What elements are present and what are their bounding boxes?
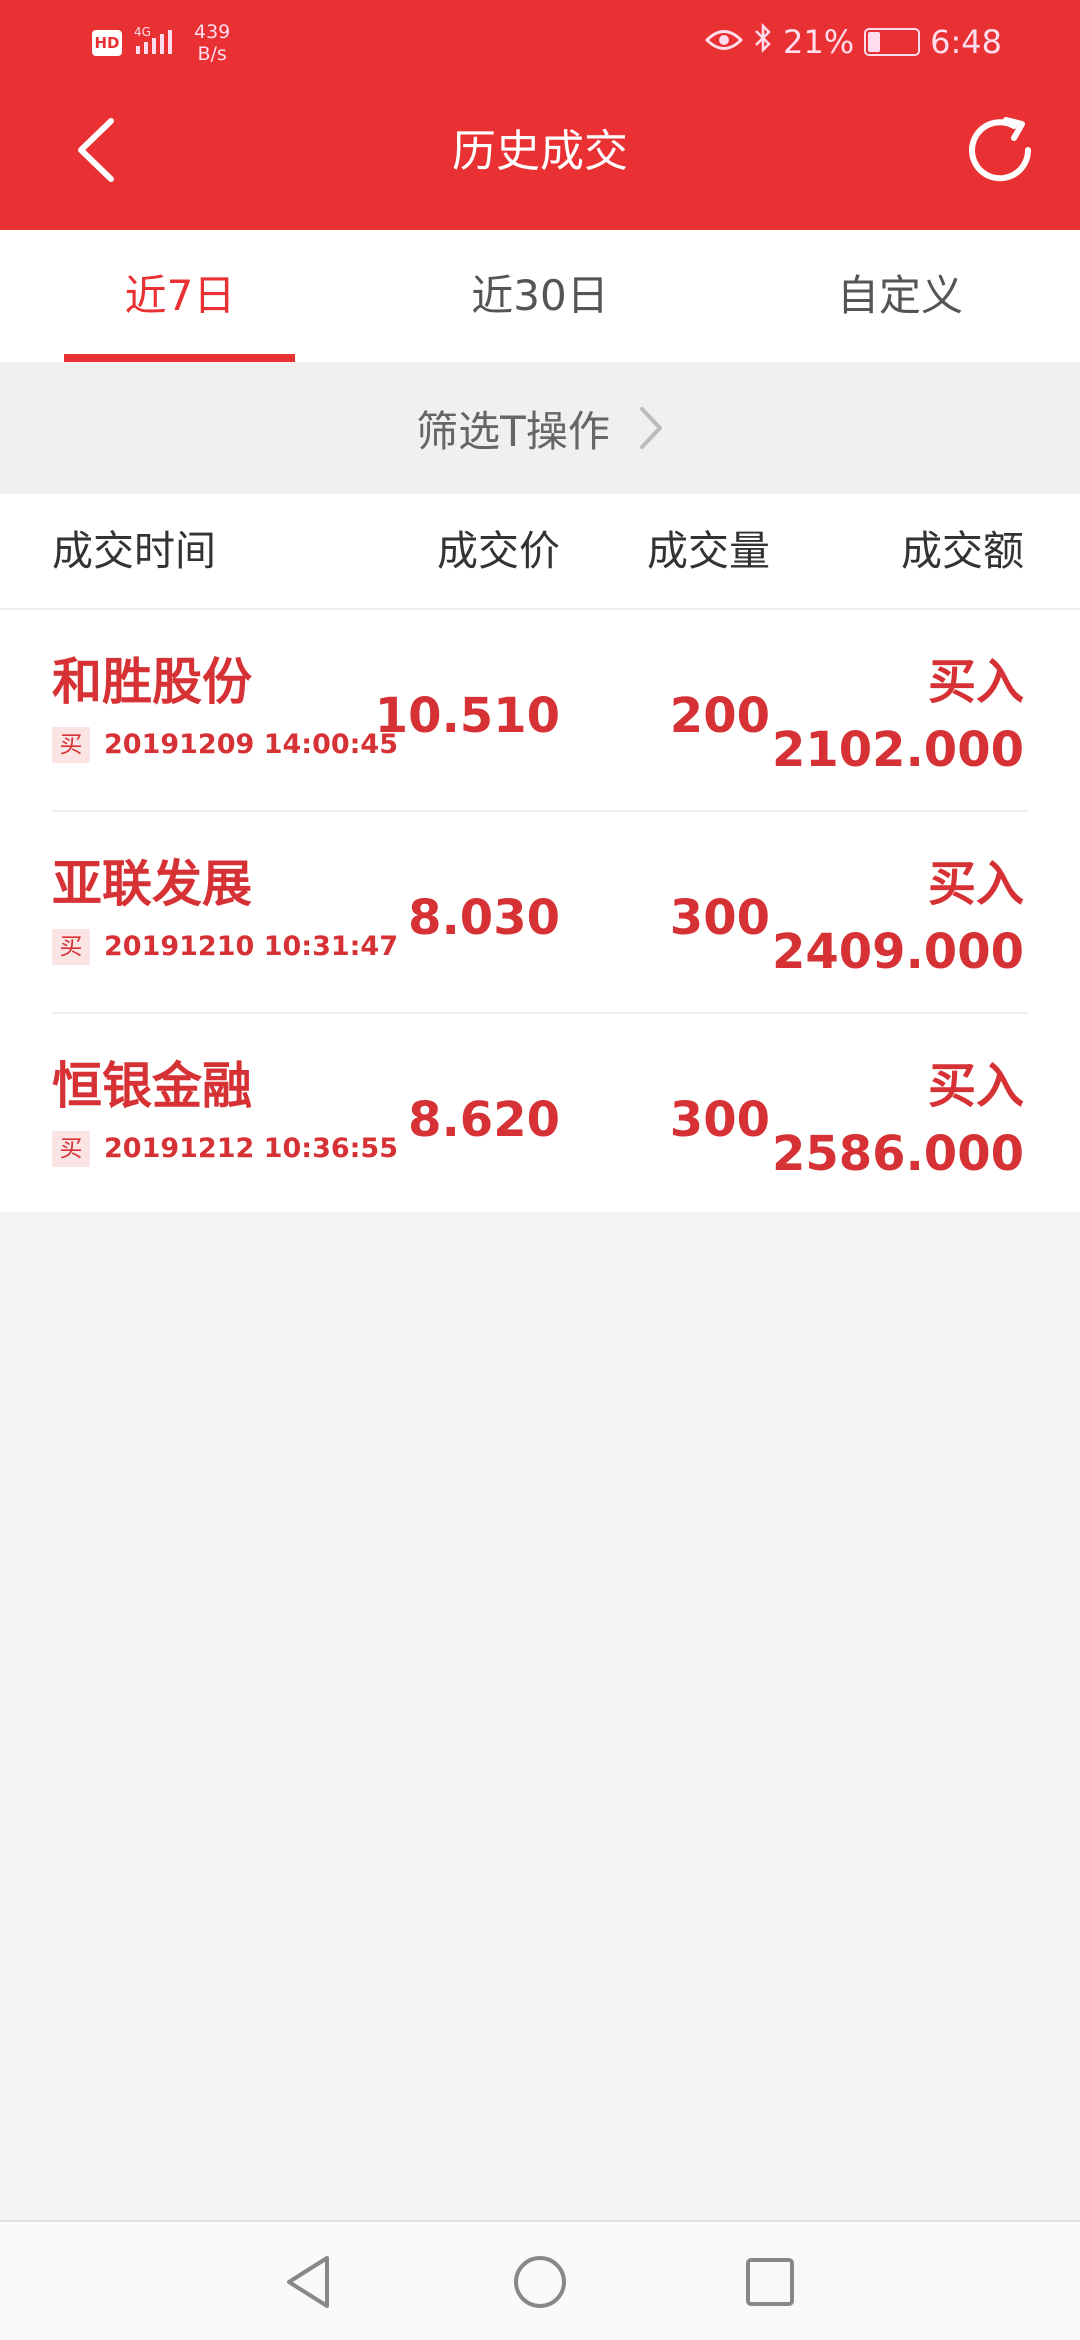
trade-quantity: 200	[669, 688, 770, 744]
system-nav-bar	[0, 2220, 1080, 2340]
buy-tag: 买	[52, 929, 90, 965]
chevron-right-icon	[639, 407, 662, 449]
network-label: 4G	[134, 25, 151, 39]
column-header-amount: 成交额	[901, 527, 1024, 575]
signal-icon: 4G	[134, 24, 180, 62]
tab-7-days[interactable]: 近7日	[0, 230, 360, 362]
triangle-back-icon	[287, 2256, 329, 2308]
eye-icon	[704, 23, 744, 61]
period-tabs: 近7日 近30日 自定义	[0, 230, 1080, 362]
status-right: 21% 6:48	[704, 20, 1002, 64]
trade-time: 20191210 10:31:47	[104, 931, 399, 962]
tab-30-days[interactable]: 近30日	[360, 230, 720, 362]
trade-side: 买入	[927, 856, 1024, 912]
trade-amount: 2102.000	[771, 722, 1024, 778]
trade-price: 10.510	[374, 688, 560, 744]
battery-icon	[864, 28, 921, 56]
buy-tag: 买	[52, 727, 90, 763]
stock-name: 和胜股份	[52, 653, 252, 711]
table-row[interactable]: 和胜股份 买 20191209 14:00:45 10.510 200 买入 2…	[0, 610, 1080, 812]
table-row[interactable]: 恒银金融 买 20191212 10:36:55 8.620 300 买入 25…	[0, 1014, 1080, 1216]
column-header-quantity: 成交量	[647, 527, 770, 575]
refresh-button[interactable]	[960, 110, 1040, 190]
nav-back-button[interactable]	[268, 2242, 348, 2322]
hd-icon: HD	[92, 30, 122, 56]
trade-list: 成交时间 成交价 成交量 成交额 和胜股份 买 20191209 14:00:4…	[0, 494, 1080, 1212]
table-row[interactable]: 亚联发展 买 20191210 10:31:47 8.030 300 买入 24…	[0, 812, 1080, 1014]
status-bar: HD 4G 439 B/s 21% 6:48	[0, 0, 1080, 84]
trade-side: 买入	[927, 654, 1024, 710]
trade-price: 8.620	[408, 1092, 560, 1148]
status-left: HD 4G 439 B/s	[92, 18, 230, 68]
column-header-time: 成交时间	[52, 527, 216, 575]
trade-price: 8.030	[408, 890, 560, 946]
page-title: 历史成交	[452, 126, 628, 177]
clock: 6:48	[930, 23, 1002, 61]
trade-side: 买入	[927, 1058, 1024, 1114]
network-speed: 439 B/s	[194, 21, 230, 65]
speed-value: 439	[194, 21, 231, 43]
trade-amount: 2586.000	[771, 1126, 1024, 1182]
tab-custom[interactable]: 自定义	[720, 230, 1080, 362]
trade-time: 20191212 10:36:55	[104, 1133, 399, 1164]
stock-name: 恒银金融	[52, 1057, 252, 1115]
column-header-price: 成交价	[437, 527, 560, 575]
app-header: HD 4G 439 B/s 21% 6:48 历史成交	[0, 0, 1080, 230]
nav-home-button[interactable]	[500, 2242, 580, 2322]
tab-indicator	[64, 354, 295, 362]
trade-amount: 2409.000	[771, 924, 1024, 980]
filter-t-operation[interactable]: 筛选T操作	[0, 362, 1080, 494]
filter-label: 筛选T操作	[416, 406, 610, 456]
trade-quantity: 300	[669, 1092, 770, 1148]
trade-time: 20191209 14:00:45	[104, 729, 399, 760]
refresh-icon	[969, 117, 1032, 182]
buy-tag: 买	[52, 1131, 90, 1167]
square-recents-icon	[746, 2258, 794, 2306]
stock-name: 亚联发展	[52, 855, 252, 913]
nav-recents-button[interactable]	[730, 2242, 810, 2322]
circle-home-icon	[514, 2256, 566, 2308]
speed-unit: B/s	[197, 43, 227, 65]
bluetooth-icon	[753, 22, 773, 62]
trade-quantity: 300	[669, 890, 770, 946]
battery-percent: 21%	[783, 23, 855, 61]
